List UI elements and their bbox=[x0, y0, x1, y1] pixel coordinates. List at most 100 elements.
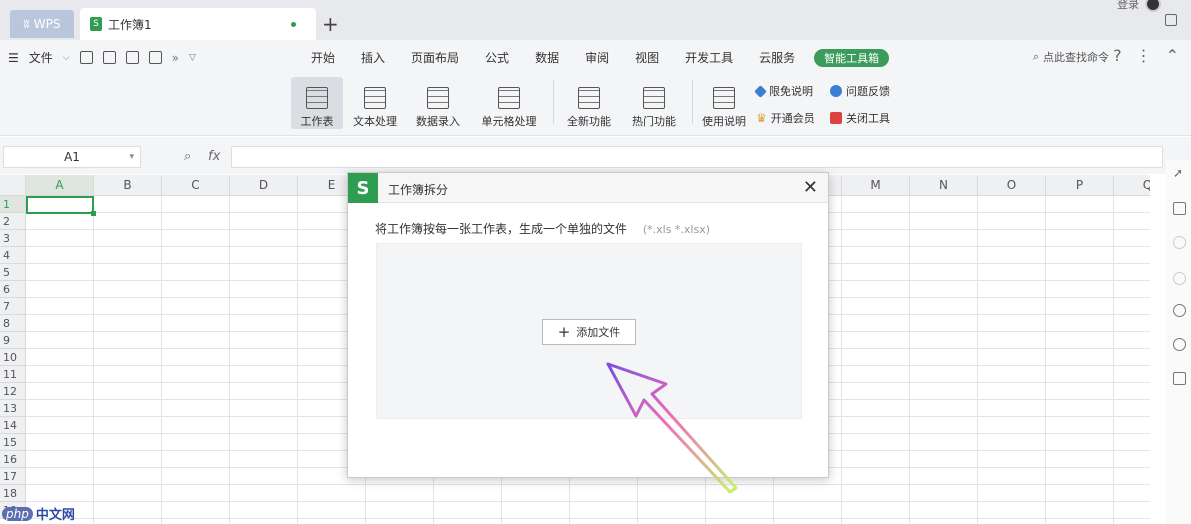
popular-features-button[interactable]: 热门功能 bbox=[624, 77, 684, 129]
more-icon[interactable]: » bbox=[172, 51, 179, 65]
user-guide-label: 使用说明 bbox=[702, 115, 746, 128]
wps-home-tab[interactable]: ʬ WPS bbox=[10, 10, 74, 38]
column-header[interactable]: A bbox=[26, 175, 94, 196]
worksheet-button[interactable]: 工作表 bbox=[291, 77, 343, 129]
tab-review[interactable]: 审阅 bbox=[572, 49, 622, 67]
new-features-button[interactable]: 全新功能 bbox=[560, 77, 618, 129]
tab-home[interactable]: 开始 bbox=[298, 49, 348, 67]
data-entry-button[interactable]: 数据录入 bbox=[410, 77, 466, 129]
new-tab-button[interactable]: + bbox=[322, 12, 339, 36]
column-header[interactable]: N bbox=[910, 175, 978, 196]
column-header[interactable]: C bbox=[162, 175, 230, 196]
row-header[interactable]: 3 bbox=[0, 230, 26, 247]
select-all-corner[interactable] bbox=[0, 175, 26, 196]
file-drop-zone[interactable]: + 添加文件 bbox=[376, 243, 802, 419]
row-header[interactable]: 6 bbox=[0, 281, 26, 298]
file-menu[interactable]: 文件 bbox=[29, 49, 53, 66]
name-box[interactable]: A1 ▾ bbox=[3, 146, 141, 168]
formula-bar: A1 ▾ ⌕ fx bbox=[0, 137, 1191, 174]
data-entry-label: 数据录入 bbox=[416, 115, 460, 128]
user-guide-button[interactable]: 使用说明 bbox=[698, 77, 750, 129]
more-vertical-icon[interactable]: ⋮ bbox=[1136, 46, 1152, 65]
new-features-icon bbox=[578, 87, 600, 109]
column-header[interactable]: B bbox=[94, 175, 162, 196]
chevron-down-icon[interactable]: ▾ bbox=[129, 152, 134, 162]
fill-handle[interactable] bbox=[91, 211, 96, 216]
tab-cloud[interactable]: 云服务 bbox=[746, 49, 808, 67]
row-header[interactable]: 8 bbox=[0, 315, 26, 332]
row-header[interactable]: 16 bbox=[0, 451, 26, 468]
feedback-label: 问题反馈 bbox=[846, 85, 890, 98]
column-header[interactable]: O bbox=[978, 175, 1046, 196]
column-header[interactable]: Q bbox=[1114, 175, 1150, 196]
fx-icon[interactable]: fx bbox=[208, 149, 220, 164]
row-header[interactable]: 2 bbox=[0, 213, 26, 230]
disclaimer-label: 限免说明 bbox=[769, 85, 813, 98]
crown-icon: ♛ bbox=[756, 111, 767, 125]
help-circle-icon[interactable] bbox=[1173, 338, 1186, 351]
formula-input[interactable] bbox=[231, 146, 1163, 168]
vip-button[interactable]: ♛ 开通会员 bbox=[756, 110, 815, 126]
cell-processing-icon bbox=[498, 87, 520, 109]
data-entry-icon bbox=[427, 87, 449, 109]
chevron-down-icon[interactable]: ⌵ bbox=[63, 53, 70, 63]
dialog-description: 将工作簿按每一张工作表，生成一个单独的文件 (*.xls *.xlsx) bbox=[375, 220, 710, 237]
help-icon[interactable]: ? bbox=[1113, 46, 1122, 65]
tab-view[interactable]: 视图 bbox=[622, 49, 672, 67]
shapes-icon[interactable] bbox=[1173, 202, 1186, 215]
print-preview-icon[interactable] bbox=[148, 51, 162, 64]
disclaimer-button[interactable]: 限免说明 bbox=[754, 83, 813, 99]
zoom-icon[interactable]: ⌕ bbox=[184, 149, 191, 164]
row-header[interactable]: 12 bbox=[0, 383, 26, 400]
history-icon[interactable] bbox=[1173, 304, 1186, 317]
save-icon[interactable] bbox=[102, 51, 116, 64]
row-header[interactable]: 1 bbox=[0, 196, 26, 213]
settings-icon[interactable] bbox=[1173, 272, 1186, 285]
dialog-close-button[interactable]: ✕ bbox=[803, 177, 818, 198]
tab-formulas[interactable]: 公式 bbox=[472, 49, 522, 67]
row-header[interactable]: 18 bbox=[0, 485, 26, 502]
tab-insert[interactable]: 插入 bbox=[348, 49, 398, 67]
tab-developer[interactable]: 开发工具 bbox=[672, 49, 746, 67]
style-icon[interactable] bbox=[1173, 236, 1186, 249]
feedback-button[interactable]: 问题反馈 bbox=[830, 83, 890, 99]
row-header[interactable]: 17 bbox=[0, 468, 26, 485]
open-folder-icon[interactable] bbox=[79, 51, 93, 64]
customize-icon[interactable]: ▽ bbox=[189, 53, 196, 63]
watermark-text: 中文网 bbox=[35, 508, 75, 523]
row-header[interactable]: 7 bbox=[0, 298, 26, 315]
row-header[interactable]: 15 bbox=[0, 434, 26, 451]
row-header[interactable]: 14 bbox=[0, 417, 26, 434]
window-mode-icon[interactable] bbox=[1165, 14, 1177, 26]
pointer-icon[interactable]: ➚ bbox=[1173, 166, 1183, 180]
quick-access-toolbar: ☰ 文件 ⌵ » ▽ bbox=[8, 49, 196, 66]
hamburger-icon[interactable]: ☰ bbox=[8, 51, 19, 65]
row-header[interactable]: 13 bbox=[0, 400, 26, 417]
text-processing-button[interactable]: 文本处理 bbox=[347, 77, 403, 129]
column-header[interactable]: M bbox=[842, 175, 910, 196]
user-area[interactable]: 登录 bbox=[1117, 0, 1161, 12]
collapse-ribbon-icon[interactable]: ⌃ bbox=[1166, 46, 1179, 65]
wps-logo-icon: ʬ bbox=[23, 17, 30, 31]
cell-processing-button[interactable]: 单元格处理 bbox=[474, 77, 544, 129]
row-header[interactable]: 9 bbox=[0, 332, 26, 349]
workbook-tab[interactable]: S 工作簿1 bbox=[80, 8, 316, 40]
tab-smart-toolbox[interactable]: 智能工具箱 bbox=[814, 49, 890, 67]
column-header[interactable]: D bbox=[230, 175, 298, 196]
column-header[interactable]: P bbox=[1046, 175, 1114, 196]
text-processing-label: 文本处理 bbox=[353, 115, 397, 128]
selected-cell-a1[interactable] bbox=[26, 196, 96, 216]
row-header[interactable]: 4 bbox=[0, 247, 26, 264]
row-header[interactable]: 5 bbox=[0, 264, 26, 281]
grid-line bbox=[26, 484, 1150, 485]
tab-data[interactable]: 数据 bbox=[522, 49, 572, 67]
command-search[interactable]: ⌕ 点此查找命令 bbox=[1033, 49, 1109, 65]
close-tool-button[interactable]: 关闭工具 bbox=[830, 110, 890, 126]
popular-features-icon bbox=[643, 87, 665, 109]
print-icon[interactable] bbox=[125, 51, 139, 64]
tab-page-layout[interactable]: 页面布局 bbox=[398, 49, 472, 67]
row-header[interactable]: 10 bbox=[0, 349, 26, 366]
row-header[interactable]: 11 bbox=[0, 366, 26, 383]
apps-grid-icon[interactable] bbox=[1173, 372, 1186, 385]
add-file-button[interactable]: + 添加文件 bbox=[542, 319, 636, 345]
